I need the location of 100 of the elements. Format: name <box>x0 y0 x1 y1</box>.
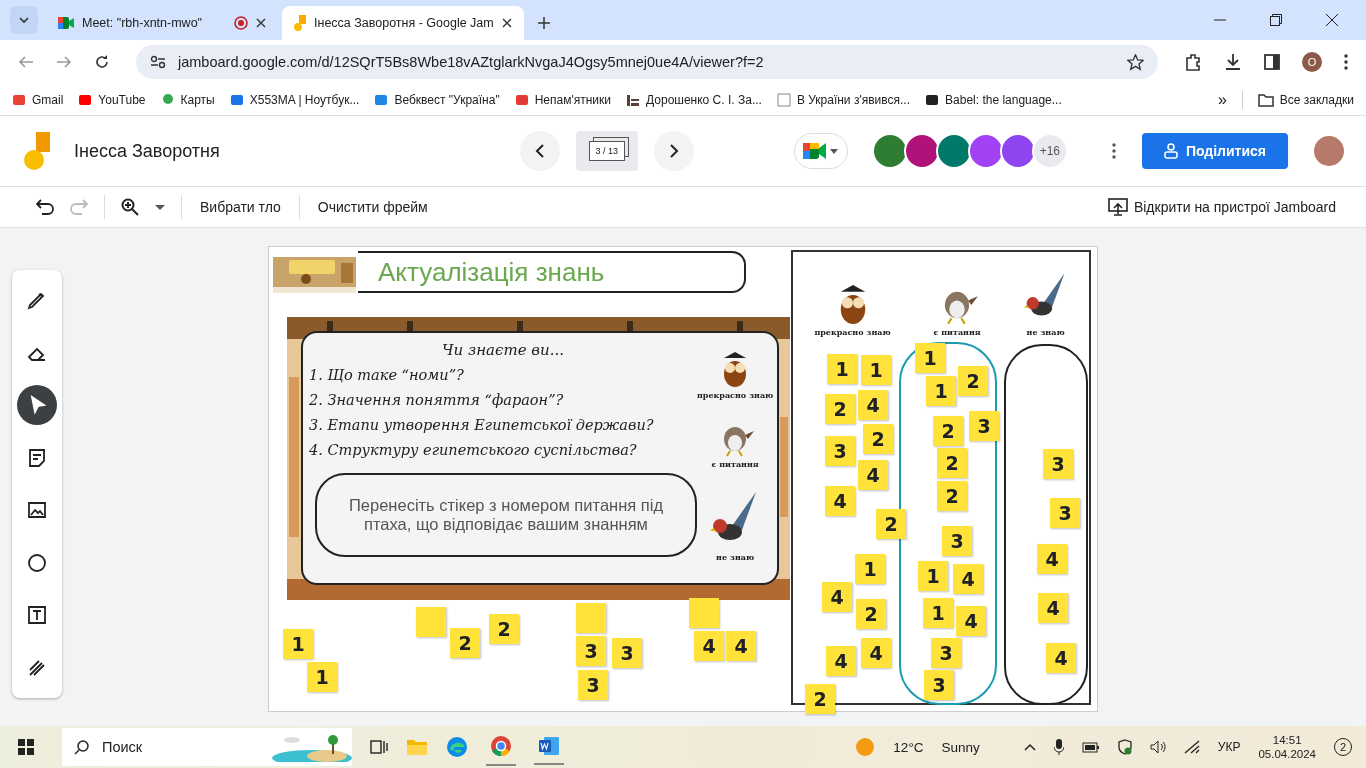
sticky-note[interactable]: 4 <box>953 564 983 594</box>
previous-frame-button[interactable] <box>519 131 560 171</box>
temperature[interactable]: 12°C <box>893 739 924 755</box>
sticky-note[interactable]: 2 <box>876 509 906 539</box>
sticky-note[interactable]: 2 <box>933 416 963 446</box>
bookmark[interactable]: В України з'явився... <box>776 92 911 107</box>
sticky-note[interactable]: 2 <box>805 684 835 714</box>
sticky-note[interactable]: 1 <box>918 561 948 591</box>
word-icon[interactable] <box>538 735 560 756</box>
sticky-note[interactable]: 4 <box>694 631 724 661</box>
toolbar-button[interactable]: Вибрати тло <box>198 199 283 215</box>
search-field[interactable]: Поиск <box>100 738 254 756</box>
battery-icon[interactable] <box>1081 741 1100 753</box>
browser-tab[interactable]: Інесса Заворотня - Google Jam <box>282 6 524 40</box>
sticky-note[interactable]: 4 <box>1037 544 1067 574</box>
weather-text[interactable]: Sunny <box>941 739 980 755</box>
close-icon[interactable] <box>501 18 512 28</box>
more-bookmarks-button[interactable]: » <box>1217 90 1227 109</box>
bookmark[interactable]: X553MA | Ноутбук... <box>229 92 360 107</box>
sticky-note[interactable]: 2 <box>856 599 886 629</box>
sticky-note[interactable]: 3 <box>931 638 961 668</box>
sticky-note[interactable]: 1 <box>861 355 891 385</box>
task-view-icon[interactable] <box>370 739 388 755</box>
sticky-note[interactable]: 3 <box>825 436 855 466</box>
bookmark[interactable]: Вебквест "Україна" <box>374 92 500 107</box>
zoom-icon[interactable] <box>121 198 139 216</box>
wifi-icon[interactable] <box>1183 740 1200 754</box>
tab-list-button[interactable] <box>10 6 38 34</box>
bookmark[interactable]: Babel: the language... <box>925 92 1062 107</box>
download-icon[interactable] <box>1224 53 1242 71</box>
sticky-note[interactable]: 2 <box>937 448 967 478</box>
user-avatar[interactable] <box>1314 136 1344 166</box>
sticky-note[interactable]: 3 <box>578 670 608 700</box>
browser-tab[interactable]: Meet: "rbh-xntn-mwo" <box>46 6 278 40</box>
sticky-note[interactable]: 3 <box>969 411 999 441</box>
all-bookmarks[interactable]: Все закладки <box>1257 92 1354 107</box>
chrome-icon[interactable] <box>490 734 512 757</box>
edge-icon[interactable] <box>446 736 468 758</box>
sticky-note[interactable]: 2 <box>958 366 988 396</box>
sticky-note[interactable]: 3 <box>612 638 642 668</box>
sticky-note[interactable]: 2 <box>863 424 893 454</box>
sticky-note[interactable]: 2 <box>489 614 519 644</box>
start-icon[interactable] <box>18 739 34 755</box>
speaker-icon[interactable] <box>1149 740 1166 754</box>
undo-icon[interactable] <box>36 199 54 215</box>
sticky-note[interactable]: 2 <box>450 628 480 658</box>
sticky-note[interactable]: 4 <box>1038 593 1068 623</box>
sticky-note[interactable]: 3 <box>924 670 954 700</box>
bookmark[interactable]: Gmail <box>12 92 64 107</box>
sticky-note[interactable]: 3 <box>576 636 606 666</box>
sticky-note[interactable]: 1 <box>855 554 885 584</box>
site-settings-icon[interactable] <box>150 55 166 69</box>
back-icon[interactable] <box>18 54 34 70</box>
clock-date[interactable]: 05.04.2024 <box>1258 748 1316 760</box>
sticky-note[interactable]: 4 <box>826 646 856 676</box>
caret-icon[interactable] <box>155 204 165 210</box>
sticky-note[interactable]: 1 <box>923 598 953 628</box>
bookmark[interactable]: YouTube <box>78 92 146 107</box>
sticky-note[interactable]: 1 <box>283 629 313 659</box>
side-panel-icon[interactable] <box>1264 54 1280 70</box>
bookmark[interactable]: Карты <box>160 92 215 107</box>
menu-icon[interactable] <box>1344 54 1348 70</box>
sticky-note[interactable]: 3 <box>1043 449 1073 479</box>
microphone-icon[interactable] <box>1053 739 1064 755</box>
toolbar-button[interactable]: Очистити фрейм <box>315 199 430 215</box>
star-icon[interactable] <box>1127 53 1144 71</box>
sticky-note[interactable]: 4 <box>858 390 888 420</box>
sticky-note[interactable]: 1 <box>307 662 337 692</box>
bookmark[interactable]: Непам'ятники <box>514 92 611 107</box>
sticky-note[interactable]: 4 <box>1046 643 1076 673</box>
sticky-note[interactable]: 2 <box>937 481 967 511</box>
sticky-note[interactable]: 1 <box>926 376 956 406</box>
close-icon[interactable] <box>1326 14 1338 26</box>
shield-icon[interactable] <box>1117 739 1132 755</box>
restore-icon[interactable] <box>1270 14 1282 26</box>
extensions-icon[interactable] <box>1184 53 1202 71</box>
open-on-device-button[interactable]: Відкрити на пристрої Jamboard <box>1105 198 1338 216</box>
profile-avatar[interactable]: O <box>1302 52 1322 72</box>
sticky-note[interactable]: 4 <box>726 631 756 661</box>
chevron-up-icon[interactable] <box>1023 743 1036 751</box>
share-button[interactable]: Поділитися <box>1141 133 1288 169</box>
reload-icon[interactable] <box>94 54 110 70</box>
forward-icon[interactable] <box>56 54 72 70</box>
sticky-note[interactable]: 3 <box>1050 498 1080 528</box>
sticky-note[interactable]: 3 <box>942 526 972 556</box>
search-bar[interactable]: Поиск <box>62 728 352 766</box>
language-indicator[interactable]: УКР <box>1217 740 1241 754</box>
participants-count[interactable]: +16 <box>1031 133 1068 169</box>
sticky-note[interactable]: 4 <box>825 486 855 516</box>
sticky-note[interactable]: 1 <box>827 354 857 384</box>
close-icon[interactable] <box>256 18 266 28</box>
sticky-note[interactable]: 4 <box>861 638 891 668</box>
address-field[interactable]: jamboard.google.com/d/12SQrT5Bs8Wbe18vAZtglarkNvgaJ4Ogsy5mnej0ue4A/viewer?f=2 <box>136 45 1158 79</box>
new-tab-icon[interactable] <box>537 17 550 29</box>
tool-button[interactable] <box>17 385 57 426</box>
sticky-note[interactable]: 4 <box>956 606 986 636</box>
more-options-icon[interactable] <box>1111 143 1116 159</box>
sticky-note[interactable]: 4 <box>822 582 852 612</box>
next-frame-button[interactable] <box>653 131 694 171</box>
frame-bar-button[interactable]: 3 / 13 <box>575 131 638 171</box>
